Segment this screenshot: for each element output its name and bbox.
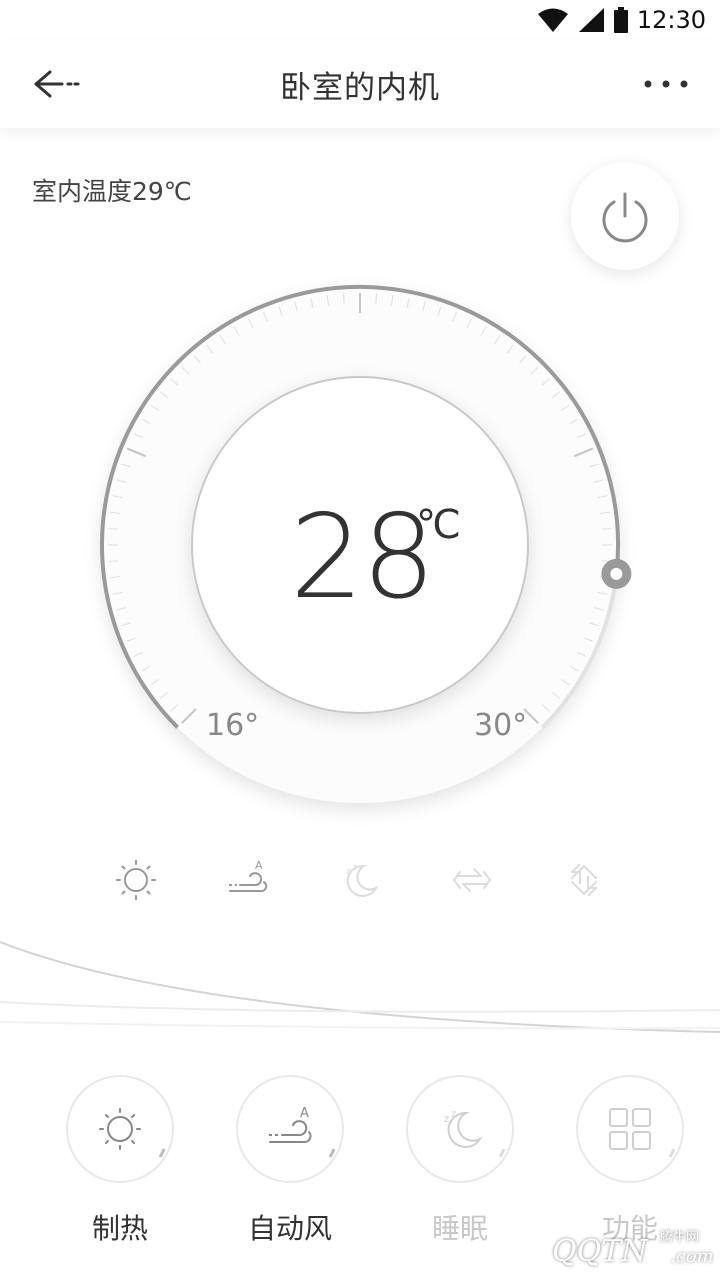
svg-text:z: z xyxy=(352,863,357,873)
dial-tick xyxy=(342,293,345,304)
more-icon[interactable] xyxy=(642,70,690,98)
indoor-temperature: 室内温度29℃ xyxy=(32,177,192,206)
svg-text:z: z xyxy=(451,1109,456,1120)
auto-wind-icon: A xyxy=(269,1106,312,1143)
swing-vertical-icon xyxy=(571,863,597,897)
sun-icon xyxy=(99,1108,141,1150)
auto-wind-icon: A xyxy=(229,859,268,893)
grid-icon xyxy=(609,1108,651,1150)
temperature-unit: ℃ xyxy=(416,502,461,548)
range-max-label: 30° xyxy=(474,708,528,743)
battery-icon xyxy=(613,7,628,33)
dial-tick xyxy=(108,560,119,563)
control-function-ring[interactable] xyxy=(576,1075,684,1183)
sleep-moon-icon: z z xyxy=(346,863,379,897)
mode-indicator-strip: A z z xyxy=(0,850,720,910)
sleep-moon-icon: z z xyxy=(444,1109,483,1148)
control-heat-label: 制热 xyxy=(91,1212,148,1245)
control-fan-ring[interactable]: A xyxy=(236,1075,344,1183)
dial-tick xyxy=(601,527,612,530)
watermark-brand: QQTN xyxy=(552,1234,648,1269)
svg-text:z: z xyxy=(346,867,351,877)
leaf-icon xyxy=(516,1234,538,1262)
control-function[interactable]: 功能 xyxy=(574,1075,686,1247)
control-sleep-ring[interactable]: z z xyxy=(406,1075,514,1183)
wifi-icon xyxy=(537,8,568,32)
control-fan[interactable]: A 自动风 xyxy=(234,1075,346,1247)
control-sleep[interactable]: z z 睡眠 xyxy=(404,1075,516,1247)
svg-text:A: A xyxy=(255,859,263,872)
dial-tick xyxy=(375,293,378,304)
set-temperature: 28 xyxy=(290,490,436,625)
app-bar: 卧室的内机 xyxy=(0,40,720,128)
control-heat[interactable]: 制热 xyxy=(64,1075,176,1247)
dial-knob[interactable] xyxy=(601,558,632,589)
sun-icon xyxy=(116,860,156,900)
swing-horizontal-icon xyxy=(453,868,491,892)
watermark-suffix: .com xyxy=(670,1246,714,1267)
watermark-logo: QQTN 腾牛网 .com xyxy=(510,1228,715,1276)
power-button[interactable] xyxy=(571,162,679,270)
dial-tick xyxy=(108,527,119,530)
svg-text:z: z xyxy=(444,1114,449,1125)
svg-text:A: A xyxy=(300,1106,309,1121)
range-min-label: 16° xyxy=(206,708,260,743)
control-sleep-label: 睡眠 xyxy=(431,1212,488,1245)
signal-icon xyxy=(578,8,604,32)
status-time: 12:30 xyxy=(636,6,706,34)
power-icon xyxy=(602,192,648,243)
page-title: 卧室的内机 xyxy=(280,70,440,106)
control-fan-label: 自动风 xyxy=(247,1212,332,1245)
decorative-waves xyxy=(0,941,720,1033)
watermark-subtext: 腾牛网 xyxy=(660,1230,700,1245)
control-heat-ring[interactable] xyxy=(66,1075,174,1183)
status-bar: 12:30 xyxy=(0,0,720,40)
